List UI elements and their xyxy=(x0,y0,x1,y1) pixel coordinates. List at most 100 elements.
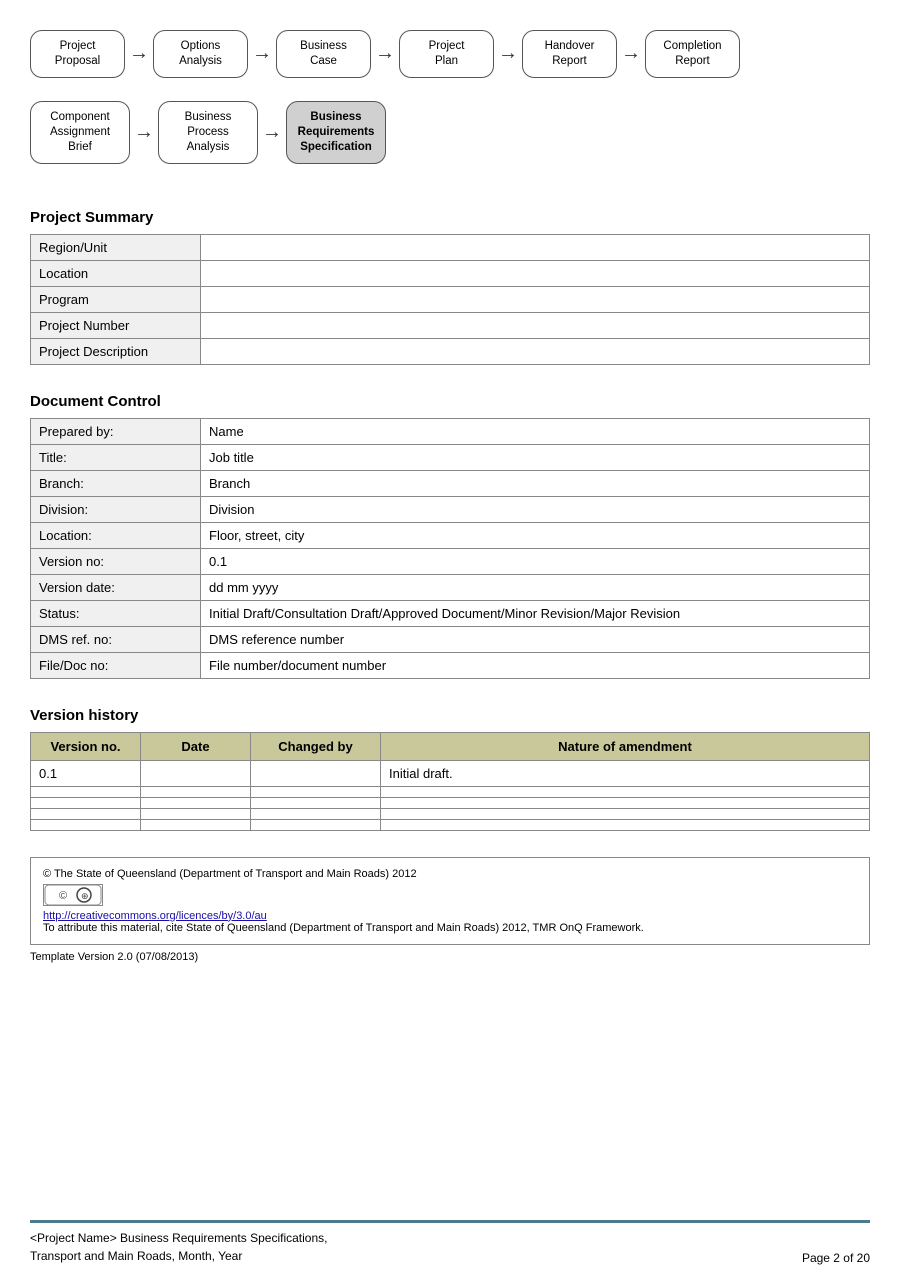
cc-link[interactable]: http://creativecommons.org/licences/by/3… xyxy=(43,910,267,922)
doc-value-4: Floor, street, city xyxy=(201,522,870,548)
summary-value-2 xyxy=(201,286,870,312)
doc-row-1: Title:Job title xyxy=(31,444,870,470)
version-changedby-0 xyxy=(251,760,381,786)
version-header-0: Version no. xyxy=(31,732,141,760)
page: Project ProposalOptions AnalysisBusiness… xyxy=(0,0,900,1273)
footer-line1: <Project Name> Business Requirements Spe… xyxy=(30,1229,327,1247)
version-amendment-1 xyxy=(381,786,870,797)
version-changedby-2 xyxy=(251,797,381,808)
summary-label-2: Program xyxy=(31,286,201,312)
version-header-2: Changed by xyxy=(251,732,381,760)
document-control-section: Document Control Prepared by:NameTitle:J… xyxy=(30,393,870,679)
version-changedby-3 xyxy=(251,808,381,819)
summary-value-0 xyxy=(201,234,870,260)
flow-row-2: Component Assignment Brief Business Proce… xyxy=(30,101,870,164)
version-changedby-4 xyxy=(251,819,381,830)
summary-row-2: Program xyxy=(31,286,870,312)
version-row-4 xyxy=(31,819,870,830)
flow-row-1: Project ProposalOptions AnalysisBusiness… xyxy=(30,30,870,78)
version-header-1: Date xyxy=(141,732,251,760)
doc-label-1: Title: xyxy=(31,444,201,470)
footer-line2: Transport and Main Roads, Month, Year xyxy=(30,1247,327,1265)
doc-value-0: Name xyxy=(201,418,870,444)
flow-box-5: Completion Report xyxy=(645,30,740,78)
summary-row-4: Project Description xyxy=(31,338,870,364)
project-summary-section: Project Summary Region/UnitLocationProgr… xyxy=(30,209,870,365)
version-row-3 xyxy=(31,808,870,819)
doc-label-4: Location: xyxy=(31,522,201,548)
version-date-3 xyxy=(141,808,251,819)
flow-box-3: Project Plan xyxy=(399,30,494,78)
version-amendment-4 xyxy=(381,819,870,830)
summary-row-1: Location xyxy=(31,260,870,286)
flow-diagram-2: Component Assignment Brief Business Proce… xyxy=(30,101,870,182)
page-number: Page 2 of 20 xyxy=(802,1251,870,1265)
version-history-table: Version no.DateChanged byNature of amend… xyxy=(30,732,870,831)
summary-label-4: Project Description xyxy=(31,338,201,364)
flow-diagram-1: Project ProposalOptions AnalysisBusiness… xyxy=(30,30,870,96)
doc-row-2: Branch:Branch xyxy=(31,470,870,496)
doc-row-6: Version date:dd mm yyyy xyxy=(31,574,870,600)
doc-label-6: Version date: xyxy=(31,574,201,600)
flow-box2-0: Component Assignment Brief xyxy=(30,101,130,164)
version-no-3 xyxy=(31,808,141,819)
flow-box2-2: Business Requirements Specification xyxy=(286,101,386,164)
page-footer-left: <Project Name> Business Requirements Spe… xyxy=(30,1229,327,1265)
doc-value-3: Division xyxy=(201,496,870,522)
doc-label-9: File/Doc no: xyxy=(31,652,201,678)
flow-box-4: Handover Report xyxy=(522,30,617,78)
version-no-4 xyxy=(31,819,141,830)
version-history-section: Version history Version no.DateChanged b… xyxy=(30,707,870,831)
summary-label-1: Location xyxy=(31,260,201,286)
doc-value-7: Initial Draft/Consultation Draft/Approve… xyxy=(201,600,870,626)
doc-label-8: DMS ref. no: xyxy=(31,626,201,652)
summary-label-3: Project Number xyxy=(31,312,201,338)
version-date-4 xyxy=(141,819,251,830)
page-footer-inner: <Project Name> Business Requirements Spe… xyxy=(30,1220,870,1265)
copyright-text: © The State of Queensland (Department of… xyxy=(43,868,857,880)
attribution-text: To attribute this material, cite State o… xyxy=(43,922,857,934)
flow-arrow2-0 xyxy=(134,121,154,144)
copyright-box: © The State of Queensland (Department of… xyxy=(30,857,870,945)
summary-row-0: Region/Unit xyxy=(31,234,870,260)
summary-value-3 xyxy=(201,312,870,338)
version-amendment-2 xyxy=(381,797,870,808)
flow-box2-1: Business Process Analysis xyxy=(158,101,258,164)
doc-value-5: 0.1 xyxy=(201,548,870,574)
version-date-0 xyxy=(141,760,251,786)
flow-arrow-2 xyxy=(375,42,395,65)
flow-arrow-0 xyxy=(129,42,149,65)
version-date-2 xyxy=(141,797,251,808)
cc-icon: © ⊕ xyxy=(43,884,103,906)
doc-row-0: Prepared by:Name xyxy=(31,418,870,444)
summary-label-0: Region/Unit xyxy=(31,234,201,260)
doc-label-5: Version no: xyxy=(31,548,201,574)
doc-label-0: Prepared by: xyxy=(31,418,201,444)
doc-value-2: Branch xyxy=(201,470,870,496)
version-history-title: Version history xyxy=(30,707,870,724)
summary-value-1 xyxy=(201,260,870,286)
flow-arrow-3 xyxy=(498,42,518,65)
doc-row-3: Division:Division xyxy=(31,496,870,522)
version-changedby-1 xyxy=(251,786,381,797)
svg-text:⊕: ⊕ xyxy=(81,891,89,901)
version-date-1 xyxy=(141,786,251,797)
version-header-3: Nature of amendment xyxy=(381,732,870,760)
flow-arrow-1 xyxy=(252,42,272,65)
doc-value-9: File number/document number xyxy=(201,652,870,678)
document-control-title: Document Control xyxy=(30,393,870,410)
template-version: Template Version 2.0 (07/08/2013) xyxy=(30,951,870,963)
doc-label-3: Division: xyxy=(31,496,201,522)
version-no-1 xyxy=(31,786,141,797)
flow-arrow-4 xyxy=(621,42,641,65)
flow-box-0: Project Proposal xyxy=(30,30,125,78)
doc-row-4: Location:Floor, street, city xyxy=(31,522,870,548)
summary-value-4 xyxy=(201,338,870,364)
project-summary-table: Region/UnitLocationProgramProject Number… xyxy=(30,234,870,365)
doc-label-7: Status: xyxy=(31,600,201,626)
doc-row-9: File/Doc no:File number/document number xyxy=(31,652,870,678)
document-control-table: Prepared by:NameTitle:Job titleBranch:Br… xyxy=(30,418,870,679)
doc-label-2: Branch: xyxy=(31,470,201,496)
flow-box-2: Business Case xyxy=(276,30,371,78)
flow-arrow2-1 xyxy=(262,121,282,144)
